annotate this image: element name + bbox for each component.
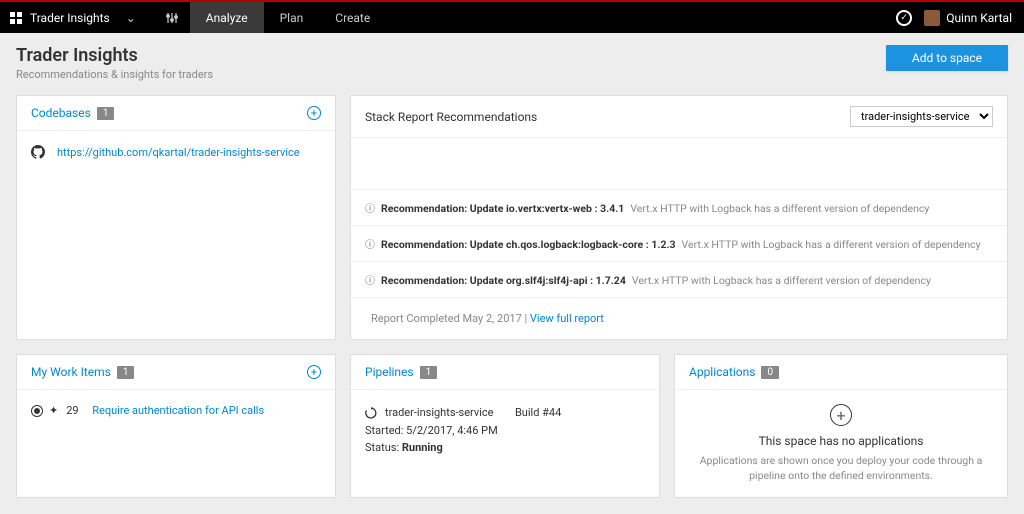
info-icon: ⓘ (365, 200, 375, 215)
pipeline-build-label: Build #44 (515, 404, 561, 422)
recommendation-row: ⓘ Recommendation: Update org.slf4j:slf4j… (351, 262, 1007, 298)
stack-report-service-select[interactable]: trader-insights-service (850, 106, 993, 127)
view-full-report-link[interactable]: View full report (530, 312, 604, 325)
codebases-count-badge: 1 (97, 107, 115, 120)
pipeline-started-value: 5/2/2017, 4:46 PM (406, 424, 498, 437)
work-item-id: 29 (66, 404, 84, 417)
github-icon (31, 145, 45, 159)
chevron-down-icon: ⌄ (118, 11, 144, 25)
pipelines-title-link[interactable]: Pipelines (365, 365, 414, 379)
add-application-button[interactable]: + (830, 404, 852, 426)
tab-create[interactable]: Create (319, 2, 386, 33)
add-work-item-button[interactable]: + (307, 365, 321, 379)
user-name-label: Quinn Kartal (946, 11, 1012, 25)
spinner-icon (365, 407, 377, 419)
status-ok-icon[interactable] (896, 10, 912, 26)
app-name-label: Trader Insights (30, 11, 110, 25)
work-item-state-icon: ✦ (49, 404, 58, 417)
work-item-row: ✦ 29 Require authentication for API call… (31, 404, 321, 417)
recommendation-row: ⓘ Recommendation: Update io.vertx:vertx-… (351, 190, 1007, 226)
app-switcher[interactable]: Trader Insights ⌄ (0, 2, 154, 33)
pipeline-status-value: Running (402, 441, 443, 454)
nav-tabs: Analyze Plan Create (154, 2, 386, 33)
codebases-card: Codebases 1 + https://github.com/qkartal… (16, 95, 336, 340)
equalizer-icon[interactable] (154, 2, 190, 33)
stack-report-title: Stack Report Recommendations (365, 110, 537, 124)
applications-empty-desc: Applications are shown once you deploy y… (695, 454, 987, 483)
work-items-count-badge: 1 (117, 366, 135, 379)
avatar (924, 10, 940, 26)
recommendation-row: ⓘ Recommendation: Update ch.qos.logback:… (351, 226, 1007, 262)
applications-title-link[interactable]: Applications (689, 365, 755, 379)
tab-plan[interactable]: Plan (264, 2, 320, 33)
page-title: Trader Insights (16, 45, 213, 66)
work-items-card: My Work Items 1 + ✦ 29 Require authentic… (16, 354, 336, 498)
add-codebase-button[interactable]: + (307, 106, 321, 120)
stack-report-card: Stack Report Recommendations trader-insi… (350, 95, 1008, 340)
work-item-link[interactable]: Require authentication for API calls (92, 404, 264, 417)
applications-count-badge: 0 (761, 366, 779, 379)
add-to-space-button[interactable]: Add to space (886, 45, 1008, 71)
applications-empty-title: This space has no applications (695, 434, 987, 448)
app-grid-icon (10, 12, 22, 24)
tab-analyze[interactable]: Analyze (190, 2, 264, 33)
pipelines-card: Pipelines 1 trader-insights-service Buil… (350, 354, 660, 498)
pipelines-count-badge: 1 (420, 366, 438, 379)
info-icon: ⓘ (365, 236, 375, 251)
codebases-title-link[interactable]: Codebases (31, 106, 91, 120)
info-icon: ⓘ (365, 272, 375, 287)
stack-report-footer: Report Completed May 2, 2017 | View full… (351, 298, 1007, 339)
page-subtitle: Recommendations & insights for traders (16, 68, 213, 81)
codebase-repo-link[interactable]: https://github.com/qkartal/trader-insigh… (57, 146, 300, 159)
work-item-type-icon (31, 405, 43, 417)
work-items-title-link[interactable]: My Work Items (31, 365, 111, 379)
applications-card: Applications 0 + This space has no appli… (674, 354, 1008, 498)
pipeline-service-name: trader-insights-service (385, 404, 493, 422)
user-menu[interactable]: Quinn Kartal (924, 10, 1012, 26)
codebase-row: https://github.com/qkartal/trader-insigh… (31, 145, 321, 159)
page-header: Trader Insights Recommendations & insigh… (0, 33, 1024, 95)
top-navbar: Trader Insights ⌄ Analyze Plan Create Qu… (0, 0, 1024, 33)
